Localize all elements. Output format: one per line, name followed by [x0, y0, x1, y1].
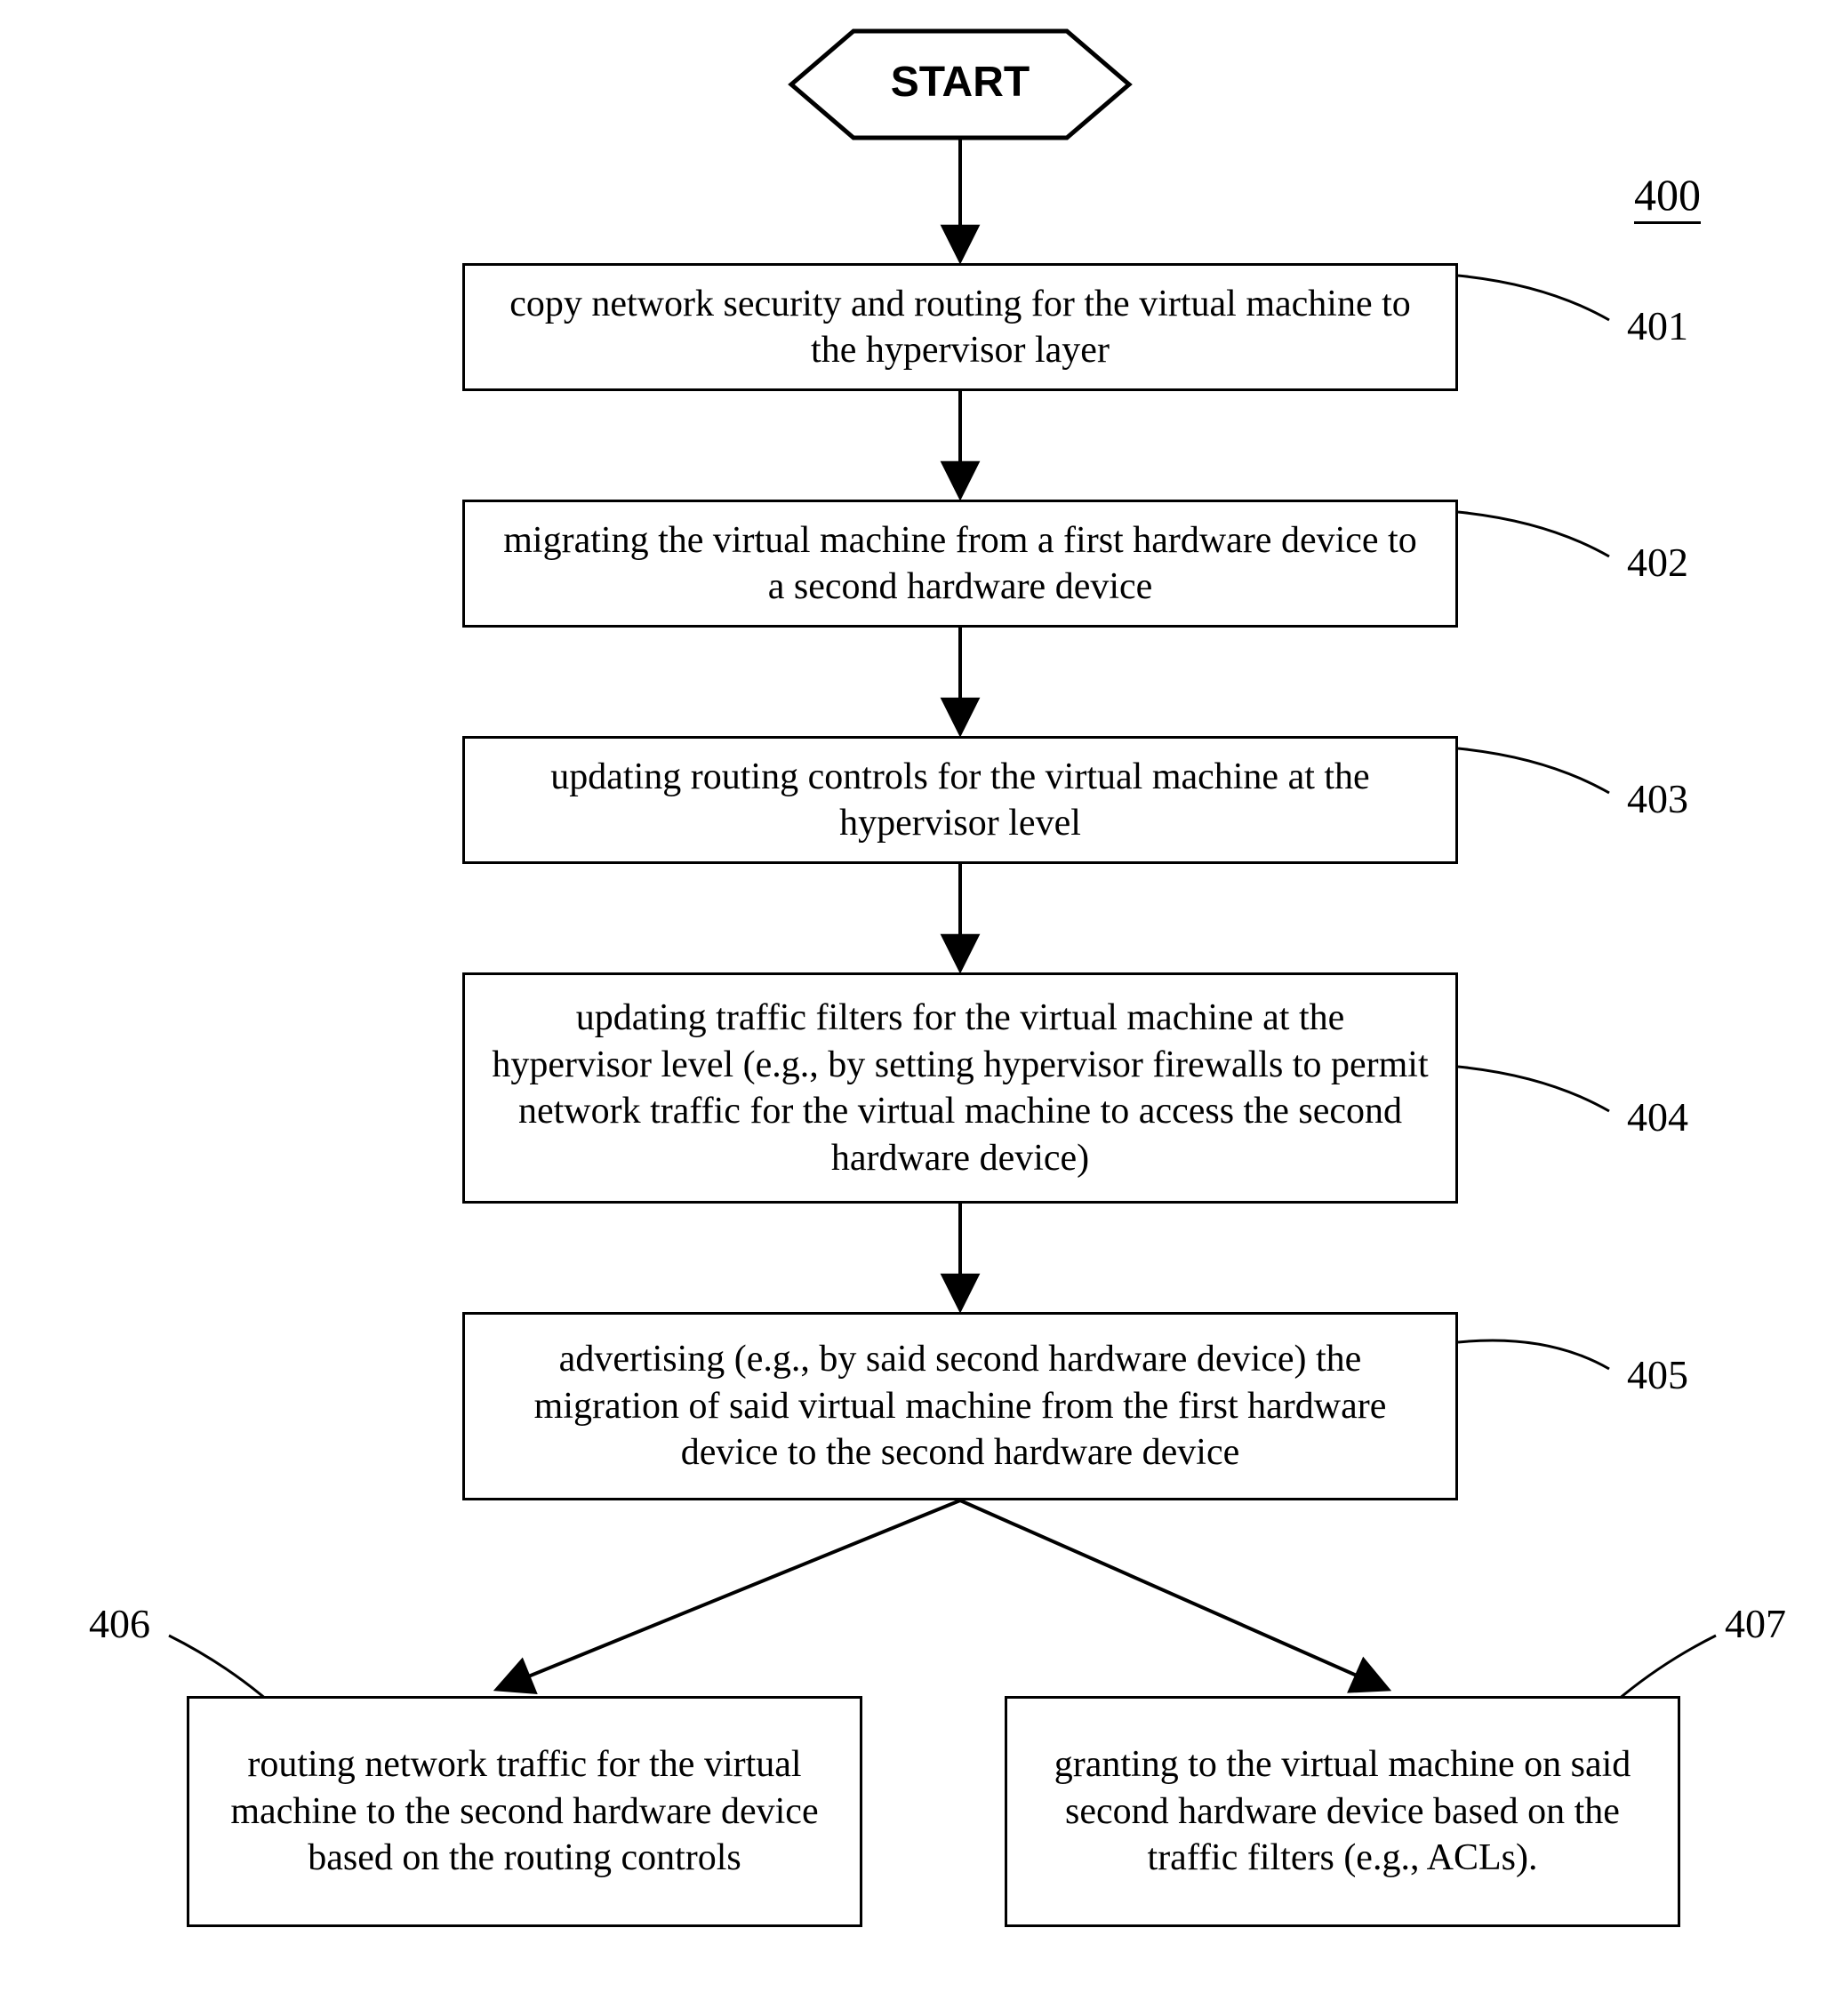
step-401-number: 401 [1627, 302, 1688, 349]
figure-number: 400 [1634, 169, 1701, 220]
step-405-number: 405 [1627, 1351, 1688, 1398]
step-401-box: copy network security and routing for th… [462, 263, 1458, 391]
step-405-text: advertising (e.g., by said second hardwa… [492, 1336, 1429, 1476]
start-node-label: START [853, 58, 1067, 107]
step-403-box: updating routing controls for the virtua… [462, 736, 1458, 864]
step-406-text: routing network traffic for the virtual … [216, 1741, 833, 1882]
step-402-box: migrating the virtual machine from a fir… [462, 500, 1458, 628]
step-403-number: 403 [1627, 775, 1688, 822]
step-406-box: routing network traffic for the virtual … [187, 1696, 862, 1927]
step-401-text: copy network security and routing for th… [492, 281, 1429, 374]
step-407-box: granting to the virtual machine on said … [1005, 1696, 1680, 1927]
step-407-text: granting to the virtual machine on said … [1034, 1741, 1651, 1882]
step-405-box: advertising (e.g., by said second hardwa… [462, 1312, 1458, 1500]
step-402-number: 402 [1627, 539, 1688, 586]
step-402-text: migrating the virtual machine from a fir… [492, 517, 1429, 611]
step-404-text: updating traffic filters for the virtual… [492, 995, 1429, 1181]
flowchart-canvas: START 400 copy network security and rout… [0, 0, 1843, 2016]
step-404-number: 404 [1627, 1093, 1688, 1140]
step-406-number: 406 [89, 1600, 150, 1647]
step-407-number: 407 [1725, 1600, 1786, 1647]
step-404-box: updating traffic filters for the virtual… [462, 972, 1458, 1204]
step-403-text: updating routing controls for the virtua… [492, 754, 1429, 847]
